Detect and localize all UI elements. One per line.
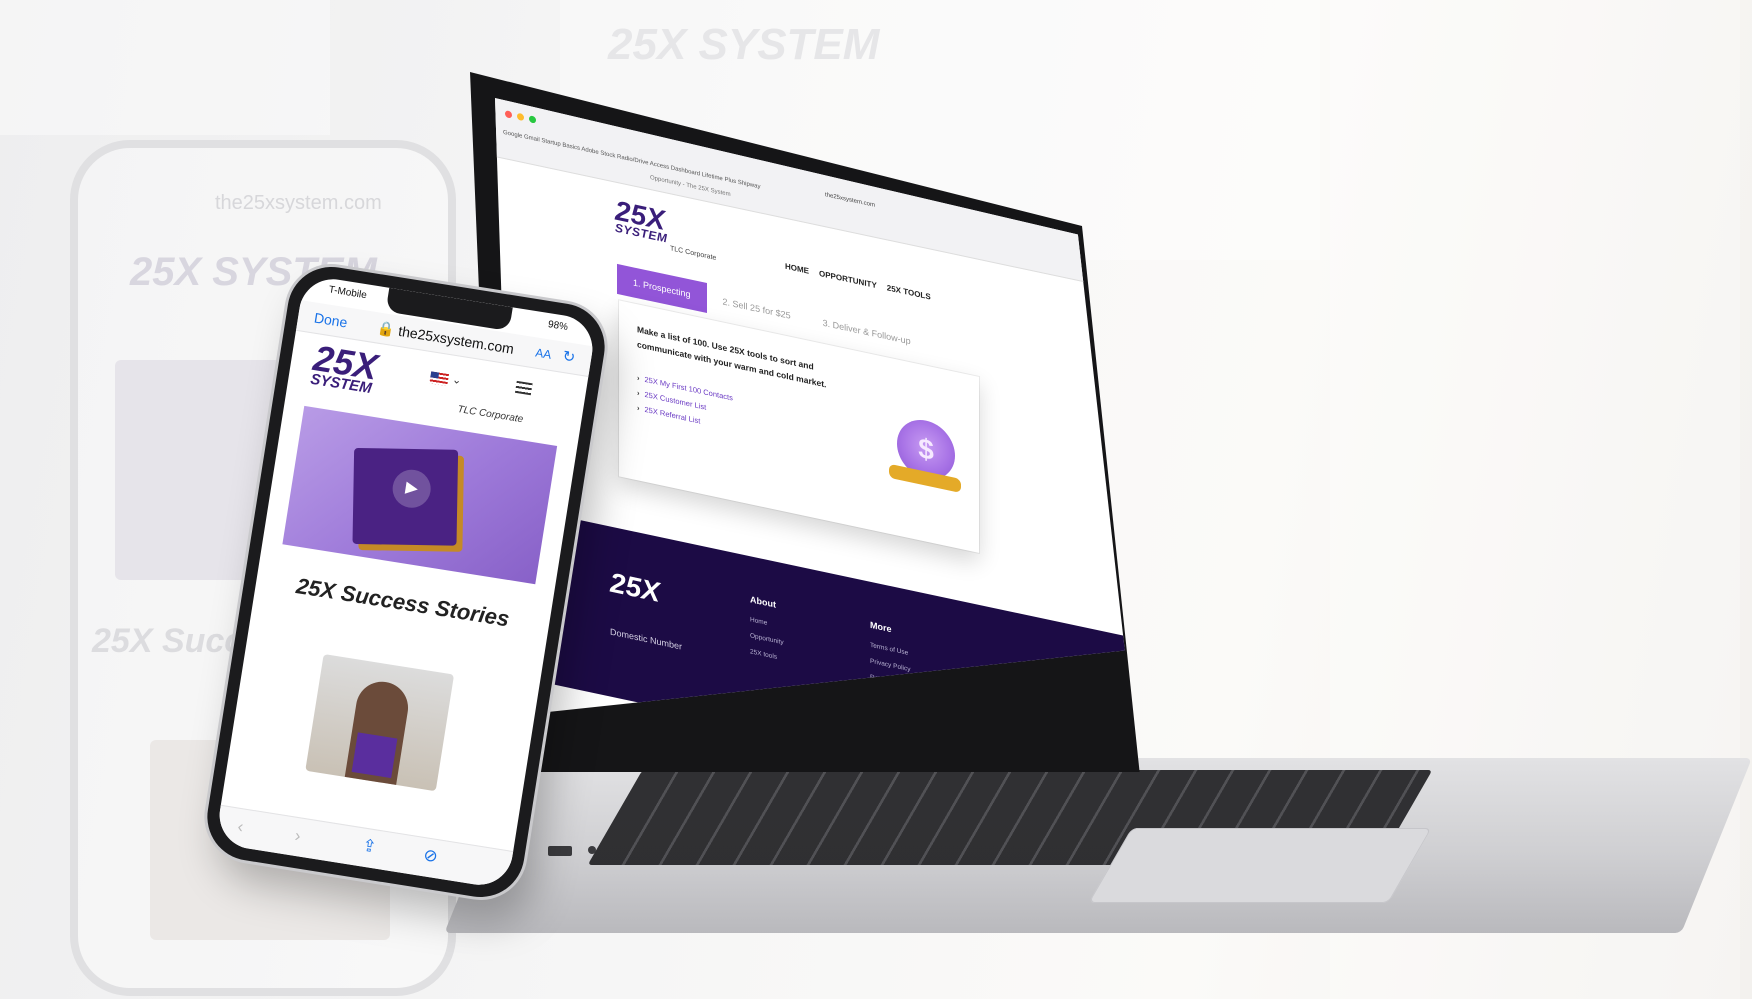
testimonial-thumbnail[interactable] (305, 654, 455, 792)
compass-icon[interactable]: ⊘ (422, 845, 439, 867)
site-logo[interactable]: 25X SYSTEM (615, 195, 667, 246)
site-content: 25X SYSTEM TLC Corporate HOME OPPORTUNIT… (495, 98, 1125, 716)
status-battery: 98% (547, 319, 569, 334)
reload-icon[interactable]: ↻ (561, 347, 576, 367)
panel-links: › 25X My First 100 Contacts › 25X Customer… (637, 370, 733, 435)
chevron-right-icon: › (637, 388, 640, 398)
ghost-url: the25xsystem.com (215, 192, 382, 214)
chevron-down-icon[interactable]: ⌄ (451, 373, 462, 387)
audio-port (588, 846, 596, 854)
done-button[interactable]: Done (313, 309, 349, 330)
footer-about-column: About Home Opportunity 25X tools (750, 594, 784, 667)
site-nav: HOME OPPORTUNITY 25X TOOLS (785, 262, 931, 302)
lock-icon: 🔒 (376, 319, 396, 339)
ghost-top-logo: 25X SYSTEM (608, 20, 880, 69)
ghost-top-panel (0, 0, 330, 135)
site-subtitle: TLC Corporate (670, 245, 717, 263)
footer-more-heading: More (870, 619, 892, 635)
chevron-right-icon: › (637, 403, 640, 413)
status-carrier: T-Mobile (327, 284, 368, 302)
flag-icon[interactable] (429, 371, 450, 387)
person-image (343, 678, 412, 792)
laptop-screen: the25xsystem.com Google Gmail Startup Ba… (495, 98, 1125, 716)
forward-icon[interactable]: › (293, 826, 303, 847)
share-icon[interactable]: ⇪ (361, 836, 378, 858)
nav-opportunity[interactable]: OPPORTUNITY (819, 269, 877, 290)
footer-logo[interactable]: 25X (610, 566, 660, 609)
back-icon[interactable]: ‹ (236, 817, 245, 838)
mobile-subtitle: TLC Corporate (456, 404, 524, 426)
mobile-logo[interactable]: 25X SYSTEM (309, 337, 380, 397)
footer-about-heading: About (750, 594, 776, 610)
text-size-button[interactable]: AA (534, 346, 552, 362)
menu-icon[interactable] (514, 380, 533, 396)
nav-25x-tools[interactable]: 25X TOOLS (887, 283, 931, 301)
chevron-right-icon: › (637, 373, 640, 383)
hero-video[interactable]: ▶ (282, 405, 558, 585)
usb-port (548, 846, 572, 856)
footer-domestic-number: Domestic Number (610, 626, 683, 652)
nav-home[interactable]: HOME (785, 262, 809, 276)
laptop-trackpad (1088, 828, 1432, 903)
